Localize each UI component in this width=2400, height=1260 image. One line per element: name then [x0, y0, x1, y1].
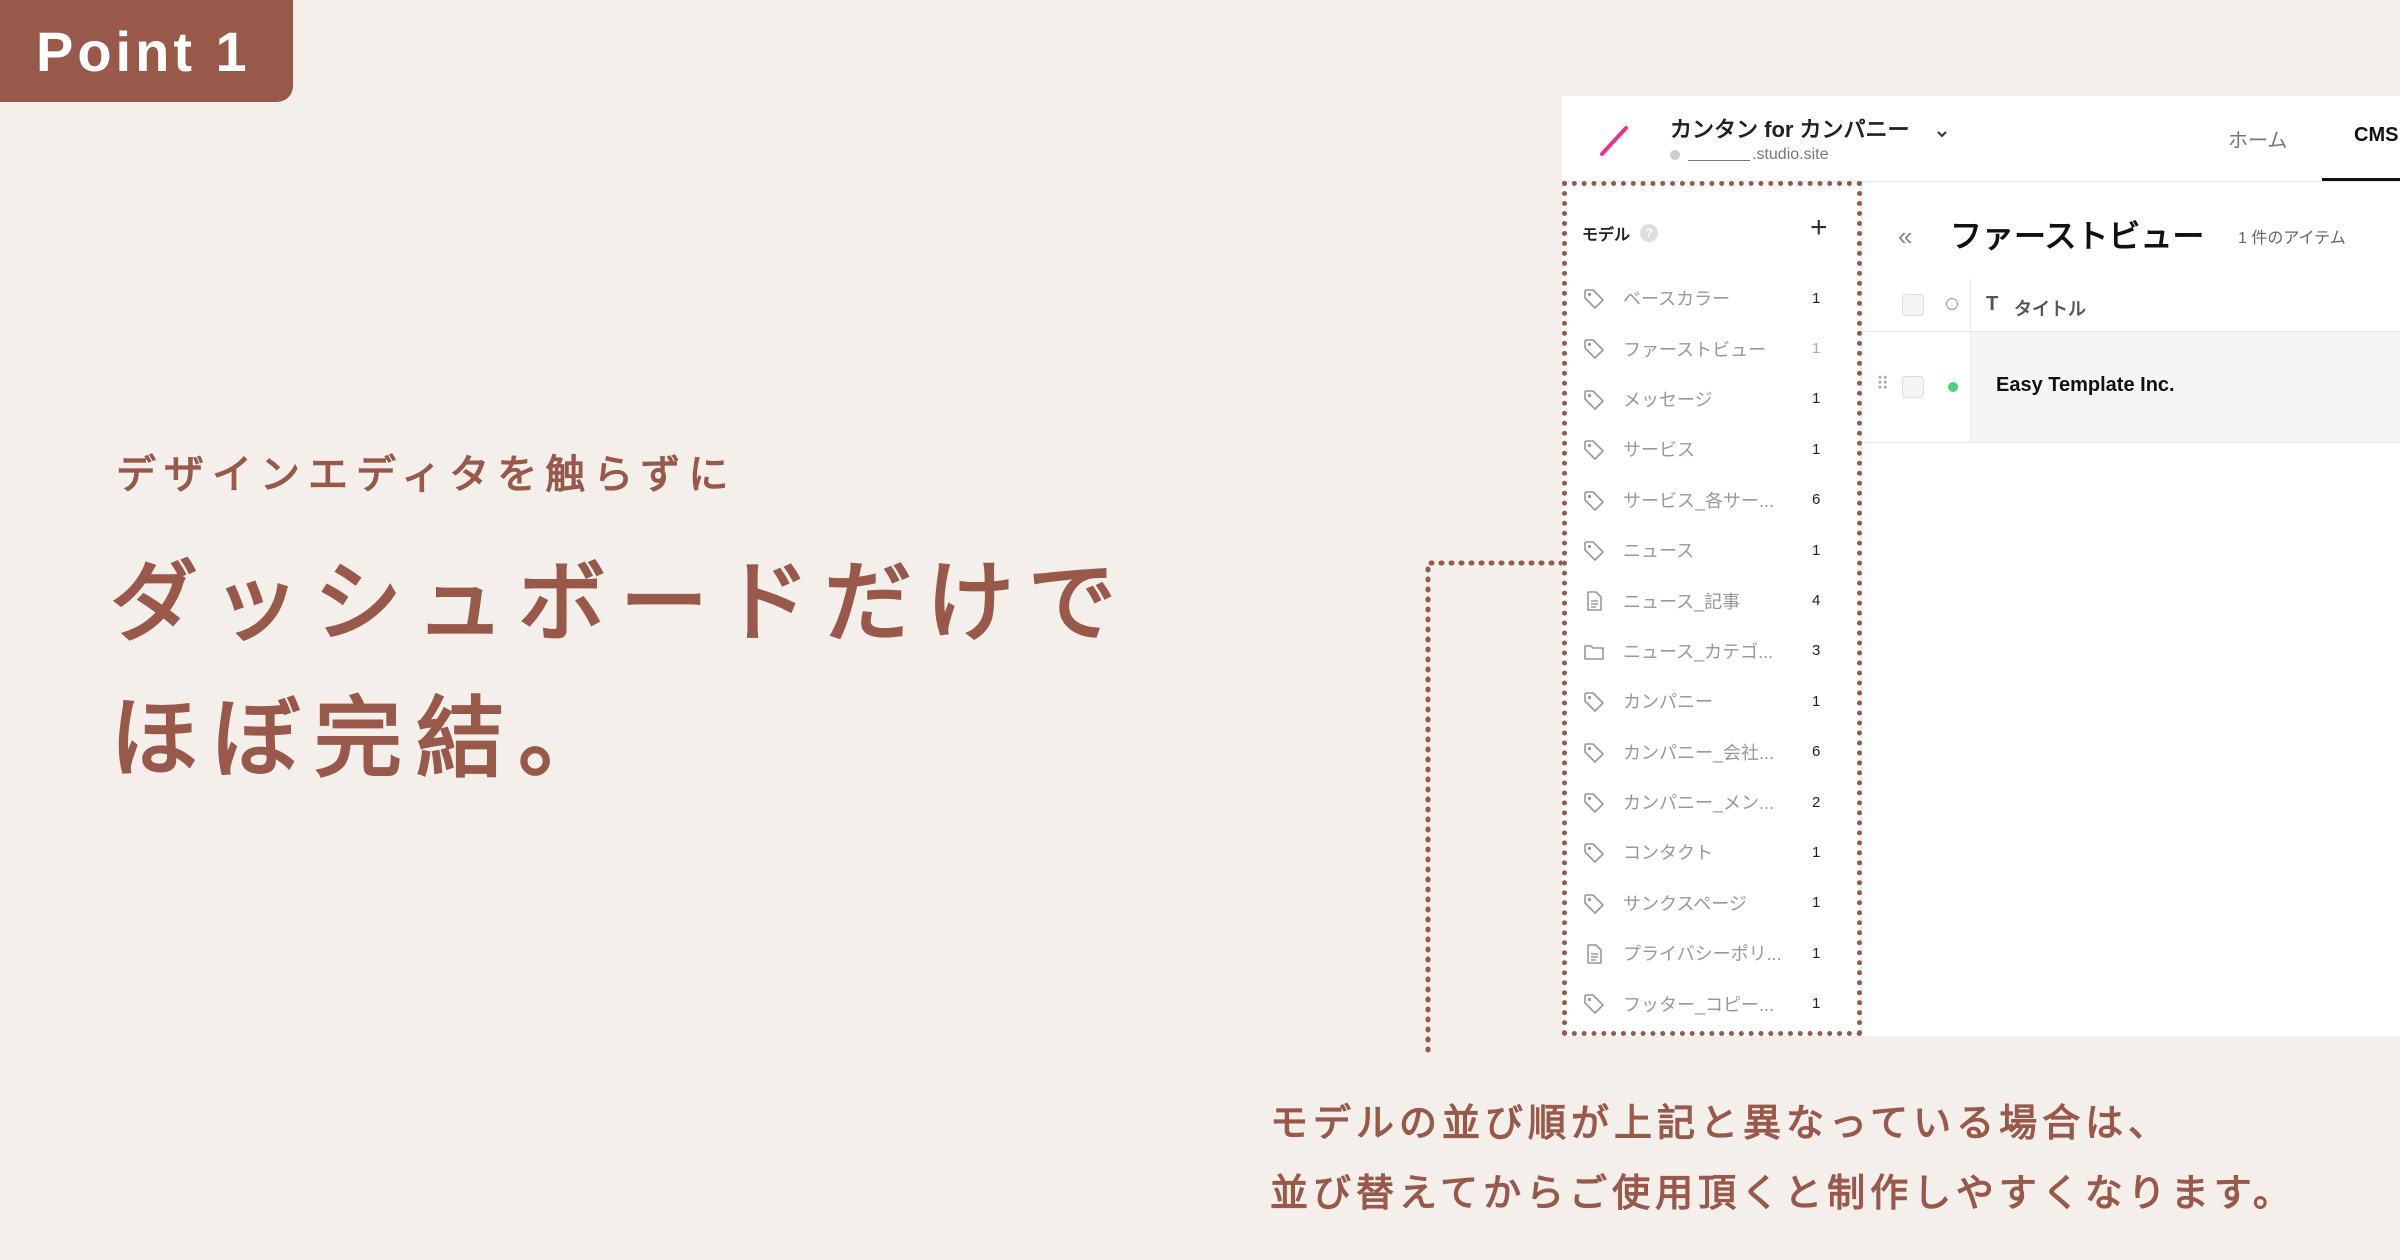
note-line1: モデルの並び順が上記と異なっている場合は、 [1270, 1101, 2172, 1145]
status-dot-icon [1670, 150, 1680, 160]
sidebar-model-label: カンパニー_会社... [1623, 742, 1775, 763]
sidebar-model-label: カンパニー [1623, 692, 1713, 713]
sidebar-model-item[interactable]: ファーストビュー 1 [1562, 323, 1862, 373]
sidebar-model-label: メッセージ [1623, 389, 1713, 410]
sidebar-model-item[interactable]: ニュース_記事 4 [1562, 575, 1862, 625]
studio-logo-icon [1600, 126, 1628, 156]
sidebar-model-label: サービス [1623, 440, 1695, 461]
help-icon[interactable]: ? [1640, 224, 1659, 242]
sidebar-model-count: 1 [1812, 995, 1821, 1013]
model-order-note: モデルの並び順が上記と異なっている場合は、 並び替えてからご使用頂くと制作しやす… [1270, 1088, 2296, 1228]
sidebar-model-label: コンタクト [1623, 843, 1713, 864]
sidebar-model-count: 1 [1812, 894, 1821, 912]
table-header: T タイトル [1862, 279, 2400, 332]
project-url: .studio.site [1670, 146, 1828, 164]
sidebar-model-count: 1 [1812, 843, 1821, 861]
sidebar-model-count: 1 [1812, 289, 1821, 307]
note-line2: 並び替えてからご使用頂くと制作しやすくなります。 [1270, 1171, 2296, 1215]
cms-app-window: カンタン for カンパニー .studio.site ホーム CMS モデル … [1562, 96, 2400, 1036]
sidebar-model-item[interactable]: メッセージ 1 [1562, 374, 1862, 424]
published-status-icon [1948, 382, 1958, 392]
tag-icon [1582, 690, 1606, 714]
model-list: ベースカラー 1 ファーストビュー 1 メッセージ 1 サービス 1 サービス_各サー... 6 ニ… [1562, 273, 1862, 1029]
tag-icon [1582, 841, 1606, 865]
chevron-down-icon[interactable] [1934, 126, 1950, 142]
sidebar-model-count: 6 [1812, 491, 1821, 509]
nav-cms[interactable]: CMS [2354, 124, 2398, 147]
table-row[interactable]: ⠿ Easy Template Inc. [1862, 332, 2400, 443]
sidebar-model-item[interactable]: サービス 1 [1562, 424, 1862, 474]
sidebar-model-count: 1 [1812, 541, 1821, 559]
tag-icon [1582, 791, 1606, 815]
sidebar-model-item[interactable]: コンタクト 1 [1562, 827, 1862, 877]
document-icon [1582, 942, 1606, 966]
sidebar-model-count: 2 [1812, 793, 1821, 811]
sidebar-model-label: プライバシーポリ... [1623, 944, 1782, 965]
content-panel: « ファーストビュー 1 件のアイテム T タイトル ⠿ Easy Templa… [1862, 181, 2400, 1036]
tag-icon [1582, 892, 1606, 916]
row-checkbox[interactable] [1902, 376, 1924, 398]
sidebar-model-item[interactable]: プライバシーポリ... 1 [1562, 928, 1862, 978]
sidebar-model-count: 6 [1812, 743, 1821, 761]
column-divider [1970, 279, 1971, 331]
collapse-sidebar-icon[interactable]: « [1898, 221, 1912, 252]
sidebar-model-label: カンパニー_メン... [1623, 793, 1775, 814]
tag-icon [1582, 741, 1606, 765]
tag-icon [1582, 489, 1606, 513]
model-header-label: モデル [1582, 227, 1631, 244]
sidebar-model-item[interactable]: フッター_コピー... 1 [1562, 978, 1862, 1028]
sidebar-model-item[interactable]: ニュース_カテゴ... 3 [1562, 626, 1862, 676]
sidebar-model-item[interactable]: ニュース 1 [1562, 525, 1862, 575]
sidebar-model-label: ベースカラー [1623, 289, 1731, 310]
folder-icon [1582, 640, 1606, 664]
content-title: ファーストビュー [1950, 218, 2205, 254]
sidebar-model-item[interactable]: カンパニー 1 [1562, 676, 1862, 726]
sidebar-model-item[interactable]: サンクスページ 1 [1562, 878, 1862, 928]
model-sidebar: モデル ? + ベースカラー 1 ファーストビュー 1 メッセージ 1 サービス 1 サービス_… [1562, 181, 1862, 1036]
sidebar-model-label: フッター_コピー... [1623, 994, 1775, 1015]
tag-icon [1582, 438, 1606, 462]
item-count: 1 件のアイテム [2238, 230, 2346, 247]
sidebar-model-item[interactable]: サービス_各サー... 6 [1562, 475, 1862, 525]
sidebar-model-item[interactable]: ベースカラー 1 [1562, 273, 1862, 323]
add-model-button[interactable]: + [1810, 211, 1828, 245]
sidebar-model-count: 1 [1812, 340, 1821, 358]
sidebar-model-count: 1 [1812, 692, 1821, 710]
sidebar-model-item[interactable]: カンパニー_会社... 6 [1562, 727, 1862, 777]
tag-icon [1582, 337, 1606, 361]
sidebar-model-count: 1 [1812, 390, 1821, 408]
sidebar-model-item[interactable]: カンパニー_メン... 2 [1562, 777, 1862, 827]
sidebar-model-label: ニュース [1623, 541, 1695, 562]
sidebar-model-label: ファーストビュー [1623, 339, 1767, 360]
sidebar-model-count: 1 [1812, 440, 1821, 458]
document-icon [1582, 589, 1606, 613]
sidebar-model-label: ニュース_記事 [1623, 591, 1741, 612]
nav-home[interactable]: ホーム [2228, 124, 2287, 153]
sidebar-model-label: ニュース_カテゴ... [1623, 641, 1774, 662]
project-url-suffix: .studio.site [1752, 146, 1829, 163]
tag-icon [1582, 992, 1606, 1016]
row-title: Easy Template Inc. [1996, 374, 2175, 396]
column-title[interactable]: タイトル [2014, 295, 2086, 321]
top-bar: カンタン for カンパニー .studio.site ホーム CMS [1562, 96, 2400, 182]
sidebar-model-label: サービス_各サー... [1623, 490, 1775, 511]
sidebar-model-count: 4 [1812, 592, 1821, 610]
tag-icon [1582, 287, 1606, 311]
select-all-checkbox[interactable] [1902, 294, 1924, 316]
sidebar-model-count: 3 [1812, 642, 1821, 660]
tag-icon [1582, 388, 1606, 412]
tag-icon [1582, 539, 1606, 563]
status-circle-icon [1946, 298, 1958, 310]
text-type-icon: T [1986, 293, 1999, 315]
project-name[interactable]: カンタン for カンパニー [1670, 112, 1910, 144]
drag-handle-icon[interactable]: ⠿ [1876, 374, 1889, 395]
sidebar-model-label: サンクスページ [1623, 893, 1747, 914]
sidebar-model-count: 1 [1812, 944, 1821, 962]
url-blank [1688, 150, 1750, 161]
model-header: モデル ? [1582, 221, 1659, 245]
